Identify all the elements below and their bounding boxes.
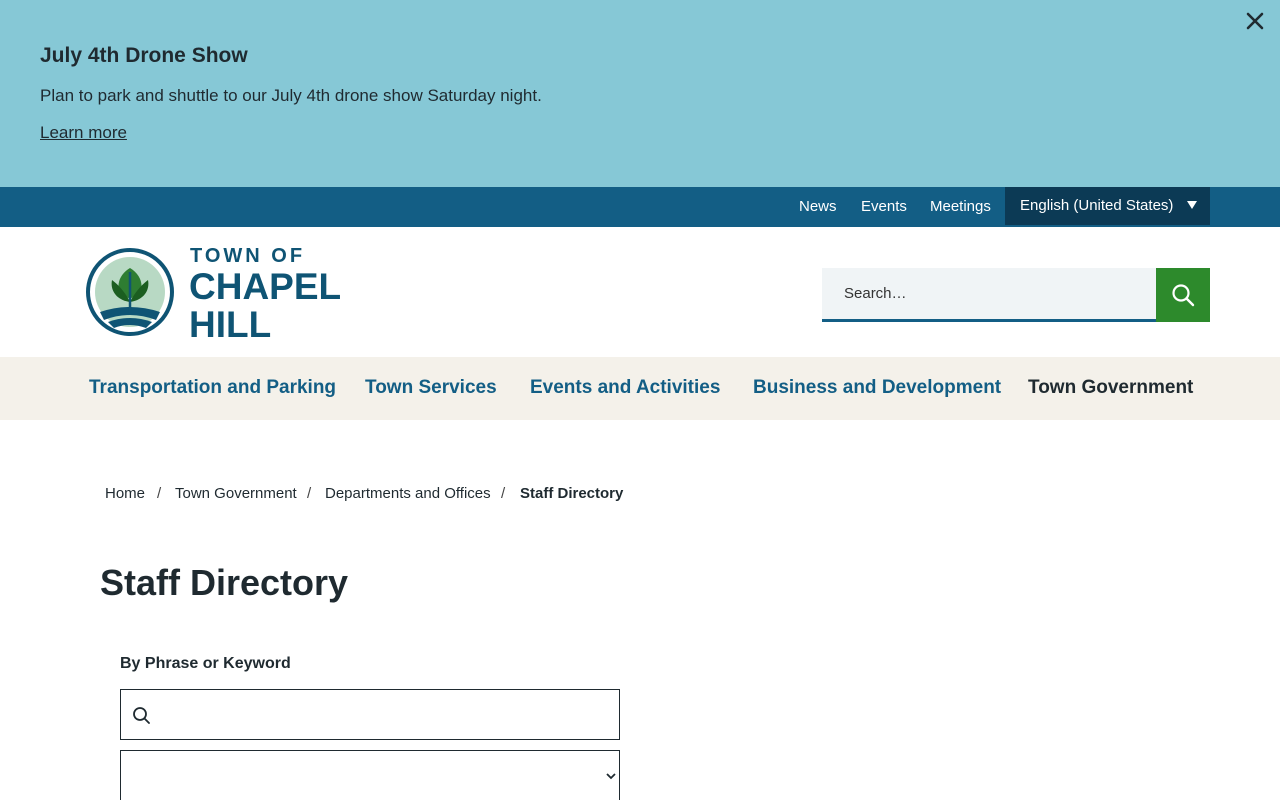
utility-link-news[interactable]: News — [799, 198, 837, 215]
site-search — [822, 268, 1156, 322]
breadcrumb-separator: / — [307, 485, 312, 502]
language-select[interactable]: English (United States) — [1005, 187, 1210, 225]
search-icon — [1172, 284, 1195, 307]
search-button[interactable] — [1156, 268, 1210, 322]
main-navigation: Transportation and Parking Town Services… — [0, 357, 1280, 420]
department-select[interactable] — [120, 750, 620, 800]
keyword-search-field[interactable] — [120, 689, 620, 740]
keyword-filter-label: By Phrase or Keyword — [120, 655, 291, 672]
keyword-input[interactable] — [161, 690, 616, 739]
nav-business-and-development[interactable]: Business and Development — [753, 377, 1001, 399]
caret-down-icon — [1187, 201, 1197, 209]
breadcrumb-home[interactable]: Home — [105, 485, 145, 502]
logo-text-town-of: TOWN OF — [190, 245, 306, 267]
utility-link-meetings[interactable]: Meetings — [930, 198, 991, 215]
nav-transportation-and-parking[interactable]: Transportation and Parking — [89, 377, 336, 399]
town-logo[interactable]: TOWN OF CHAPEL HILL — [86, 245, 341, 345]
language-label: English (United States) — [1020, 197, 1174, 214]
logo-text-chapel: CHAPEL — [189, 266, 342, 307]
alert-learn-more-link[interactable]: Learn more — [40, 123, 127, 143]
utility-link-events[interactable]: Events — [861, 198, 907, 215]
logo-text-hill: HILL — [189, 304, 272, 345]
nav-town-services[interactable]: Town Services — [365, 377, 497, 399]
alert-banner: July 4th Drone Show Plan to park and shu… — [0, 0, 1280, 187]
breadcrumb-departments-and-offices[interactable]: Departments and Offices — [325, 485, 491, 502]
tree-seal-icon — [86, 248, 174, 336]
page-title: Staff Directory — [100, 562, 349, 603]
breadcrumb-separator: / — [501, 485, 506, 502]
nav-town-government[interactable]: Town Government — [1028, 377, 1193, 399]
alert-text: Plan to park and shuttle to our July 4th… — [40, 86, 542, 105]
breadcrumb-current: Staff Directory — [520, 485, 624, 502]
breadcrumb-separator: / — [157, 485, 162, 502]
chevron-down-icon — [606, 773, 616, 780]
breadcrumb-town-government[interactable]: Town Government — [175, 485, 297, 502]
search-input[interactable] — [822, 268, 1156, 319]
nav-events-and-activities[interactable]: Events and Activities — [530, 377, 720, 399]
close-icon[interactable] — [1244, 10, 1266, 32]
utility-bar: News Events Meetings English (United Sta… — [0, 187, 1280, 227]
search-icon — [133, 707, 150, 724]
alert-title: July 4th Drone Show — [40, 44, 248, 67]
